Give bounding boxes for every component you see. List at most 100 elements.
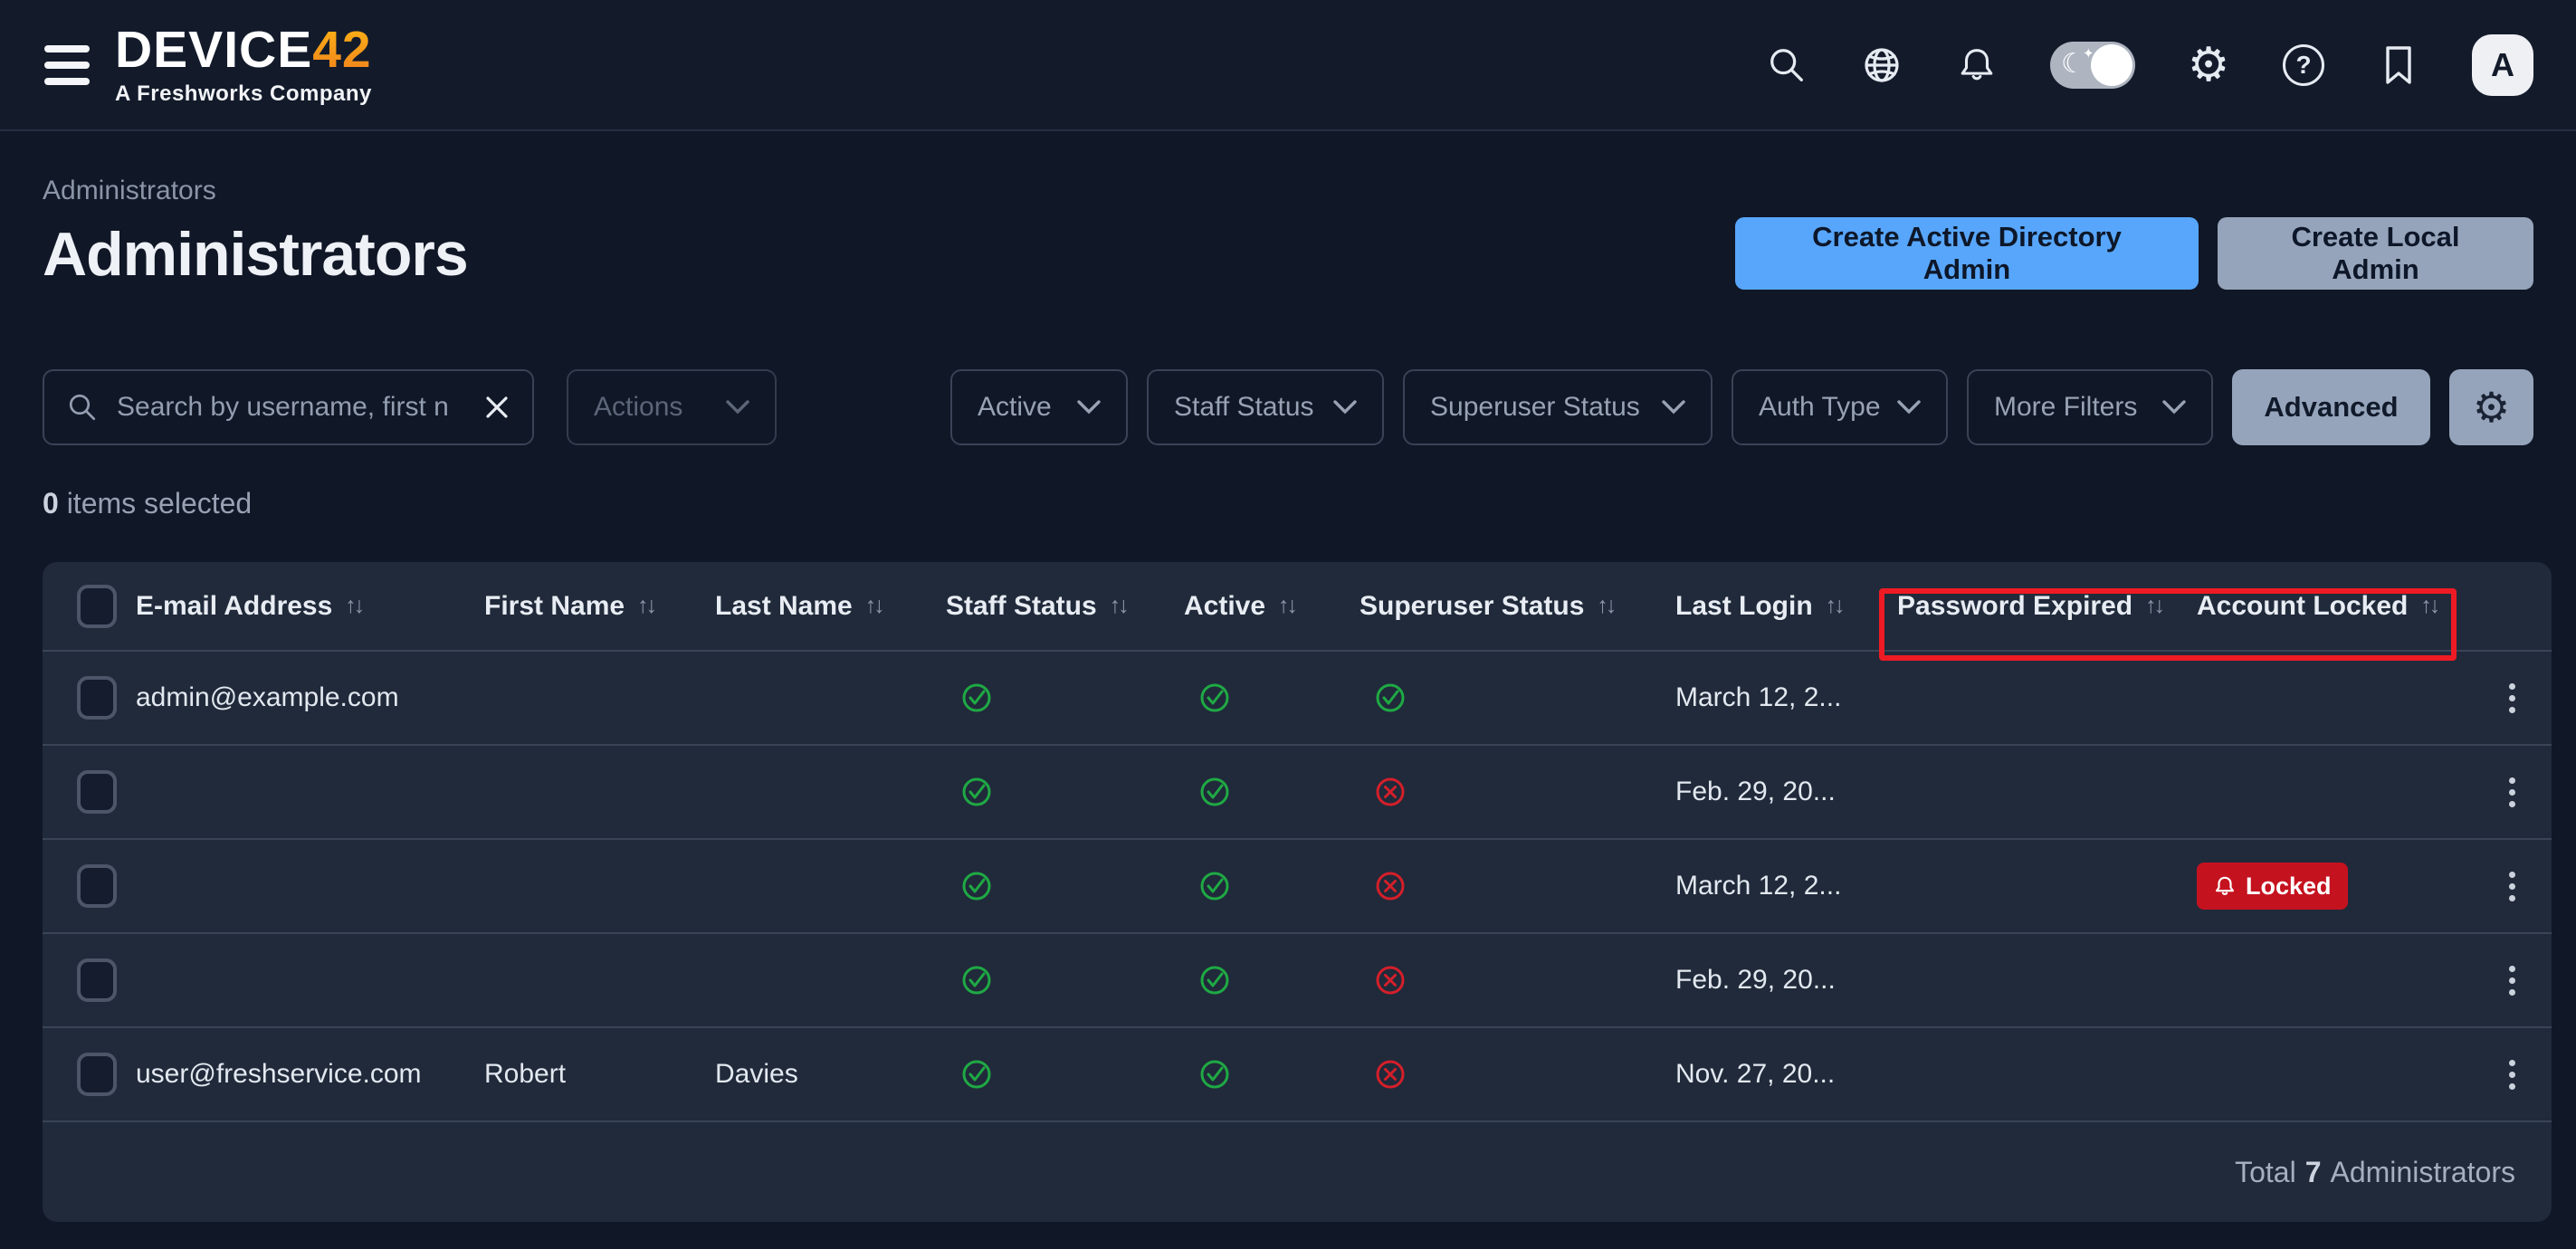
chevron-down-icon: [1897, 400, 1921, 415]
settings-gear-icon[interactable]: ⚙: [2187, 43, 2230, 87]
advanced-button[interactable]: Advanced: [2232, 369, 2430, 445]
sort-icon: ↑↓: [1826, 593, 1843, 619]
column-header-email[interactable]: E-mail Address↑↓: [136, 591, 484, 622]
brand-tagline: A Freshworks Company: [115, 83, 372, 105]
row-checkbox[interactable]: [77, 770, 117, 814]
superuser-status-cell: [1360, 774, 1675, 810]
row-checkbox[interactable]: [77, 958, 117, 1002]
sort-icon: ↑↓: [637, 593, 654, 619]
column-header-first-name[interactable]: First Name↑↓: [484, 591, 715, 622]
superuser-status-filter-dropdown[interactable]: Superuser Status: [1403, 369, 1713, 445]
chevron-down-icon: [1077, 400, 1101, 415]
hamburger-menu-icon[interactable]: [44, 45, 90, 85]
create-active-directory-admin-button[interactable]: Create Active Directory Admin: [1735, 217, 2199, 290]
sort-icon: ↑↓: [1278, 593, 1295, 619]
superuser-status-cell: [1360, 962, 1675, 998]
table-body: admin@example.comMarch 12, 2...Feb. 29, …: [43, 650, 2552, 1120]
staff-status-cell: [946, 868, 1184, 904]
check-circle-icon: [1197, 774, 1233, 810]
staff-status-cell: [946, 774, 1184, 810]
column-header-account-locked[interactable]: Account Locked↑↓: [2197, 591, 2473, 622]
check-circle-icon: [1197, 1056, 1233, 1092]
sort-icon: ↑↓: [1597, 593, 1614, 619]
column-header-last-login[interactable]: Last Login↑↓: [1675, 591, 1897, 622]
column-header-staff-status[interactable]: Staff Status↑↓: [946, 591, 1184, 622]
more-filters-dropdown[interactable]: More Filters: [1967, 369, 2213, 445]
check-circle-icon: [959, 680, 995, 716]
column-header-superuser-status[interactable]: Superuser Status↑↓: [1360, 591, 1675, 622]
row-checkbox[interactable]: [77, 864, 117, 908]
row-menu-kebab-icon[interactable]: [2502, 770, 2523, 815]
row-checkbox[interactable]: [77, 1053, 117, 1096]
chevron-down-icon: [2162, 400, 2186, 415]
table-footer: Total7Administrators: [43, 1120, 2552, 1222]
moon-icon: ☾: [2061, 48, 2085, 80]
table-header-row: E-mail Address↑↓ First Name↑↓ Last Name↑…: [43, 562, 2552, 650]
check-circle-icon: [1372, 680, 1408, 716]
chevron-down-icon: [726, 400, 749, 415]
column-header-active[interactable]: Active↑↓: [1184, 591, 1360, 622]
row-menu-kebab-icon[interactable]: [2502, 676, 2523, 720]
check-circle-icon: [959, 1056, 995, 1092]
clear-search-icon[interactable]: [483, 394, 510, 421]
check-circle-icon: [1197, 962, 1233, 998]
last-login-cell: March 12, 2...: [1675, 682, 1897, 713]
table-row: Feb. 29, 20...: [43, 744, 2552, 838]
row-menu-kebab-icon[interactable]: [2502, 864, 2523, 909]
gear-icon: ⚙: [2473, 386, 2510, 428]
row-checkbox[interactable]: [77, 676, 117, 720]
check-circle-icon: [959, 868, 995, 904]
staff-status-filter-dropdown[interactable]: Staff Status: [1147, 369, 1384, 445]
locked-badge: Locked: [2197, 863, 2348, 910]
globe-icon[interactable]: [1860, 43, 1903, 87]
administrators-page: DEVICE42 A Freshworks Company ☾ ✦ ⚙ ?: [0, 0, 2576, 1249]
staff-status-cell: [946, 1056, 1184, 1092]
bookmark-icon[interactable]: [2377, 43, 2420, 87]
create-local-admin-button[interactable]: Create Local Admin: [2218, 217, 2533, 290]
column-header-last-name[interactable]: Last Name↑↓: [715, 591, 946, 622]
top-bar: DEVICE42 A Freshworks Company ☾ ✦ ⚙ ?: [0, 0, 2576, 131]
row-menu-kebab-icon[interactable]: [2502, 958, 2523, 1003]
last-login-cell: Nov. 27, 20...: [1675, 1059, 1897, 1090]
cross-circle-icon: [1372, 1056, 1408, 1092]
sort-icon: ↑↓: [2145, 593, 2162, 619]
active-filter-dropdown[interactable]: Active: [950, 369, 1128, 445]
notifications-bell-icon[interactable]: [1955, 43, 1999, 87]
column-header-password-expired[interactable]: Password Expired↑↓: [1897, 591, 2197, 622]
help-icon[interactable]: ?: [2282, 43, 2325, 87]
active-cell: [1184, 962, 1360, 998]
sort-icon: ↑↓: [865, 593, 883, 619]
table-settings-button[interactable]: ⚙: [2449, 369, 2533, 445]
toggle-knob: [2091, 44, 2132, 86]
last-login-cell: Feb. 29, 20...: [1675, 777, 1897, 807]
actions-dropdown[interactable]: Actions: [567, 369, 777, 445]
topbar-actions: ☾ ✦ ⚙ ? A: [1765, 34, 2533, 96]
search-icon[interactable]: [1765, 43, 1808, 87]
total-count: 7: [2305, 1156, 2322, 1189]
header-buttons: Create Active Directory Admin Create Loc…: [1735, 217, 2533, 290]
selected-count: 0: [43, 487, 59, 520]
toolbar: Actions Active Staff Status Superuser St…: [43, 369, 2533, 445]
active-cell: [1184, 680, 1360, 716]
check-circle-icon: [1197, 680, 1233, 716]
filter-group: Active Staff Status Superuser Status Aut…: [950, 369, 2533, 445]
breadcrumb[interactable]: Administrators: [43, 176, 216, 206]
auth-type-filter-dropdown[interactable]: Auth Type: [1732, 369, 1948, 445]
table-row: Feb. 29, 20...: [43, 932, 2552, 1026]
user-avatar[interactable]: A: [2472, 34, 2533, 96]
page-title: Administrators: [43, 219, 468, 290]
device42-logo: DEVICE42 A Freshworks Company: [115, 24, 372, 105]
table-row: user@freshservice.comRobertDaviesNov. 27…: [43, 1026, 2552, 1120]
theme-toggle[interactable]: ☾ ✦: [2050, 42, 2135, 89]
row-menu-kebab-icon[interactable]: [2502, 1053, 2523, 1097]
select-all-checkbox[interactable]: [77, 585, 117, 628]
active-cell: [1184, 1056, 1360, 1092]
email-cell: user@freshservice.com: [136, 1059, 484, 1090]
brand-text: DEVICE: [115, 21, 312, 79]
sort-icon: ↑↓: [345, 593, 362, 619]
search-input[interactable]: [115, 391, 467, 424]
last-name-cell: Davies: [715, 1059, 946, 1090]
alert-bell-icon: [2213, 874, 2237, 898]
search-box: [43, 369, 534, 445]
administrators-table: E-mail Address↑↓ First Name↑↓ Last Name↑…: [43, 562, 2552, 1222]
